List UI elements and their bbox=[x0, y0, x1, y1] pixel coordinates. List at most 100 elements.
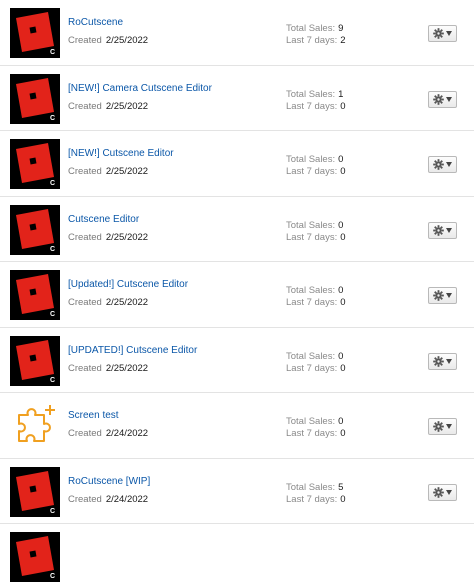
created-label: Created bbox=[68, 493, 102, 505]
last-7-days: Last 7 days: 0 bbox=[286, 494, 346, 506]
sales-stats: Total Sales: 1 Last 7 days: 0 bbox=[286, 89, 346, 113]
item-title-link[interactable]: Screen test bbox=[68, 410, 119, 421]
item-title-link[interactable]: RoCutscene bbox=[68, 17, 123, 28]
total-sales: Total Sales: 5 bbox=[286, 482, 346, 494]
created-label: Created bbox=[68, 166, 102, 177]
roblox-studio-logo-icon[interactable]: C bbox=[10, 335, 60, 386]
last-7-days-label: Last 7 days: bbox=[286, 362, 338, 374]
total-sales: Total Sales: 0 bbox=[286, 351, 346, 363]
total-sales-label: Total Sales: bbox=[286, 416, 336, 427]
last-7-days-value: 0 bbox=[340, 428, 346, 439]
sales-stats: Total Sales: 9 Last 7 days: 2 bbox=[286, 23, 346, 47]
total-sales: Total Sales: 9 bbox=[286, 23, 346, 35]
sales-stats: Total Sales: 0 Last 7 days: 0 bbox=[286, 220, 346, 244]
created-label: Created bbox=[68, 362, 102, 374]
item-list: C RoCutscene Created 2/25/2022 Total Sale… bbox=[0, 0, 474, 582]
total-sales: Total Sales: 0 bbox=[286, 285, 346, 297]
list-item: C RoCutscene Created 2/25/2022 Total Sale… bbox=[0, 0, 474, 66]
sales-stats: Total Sales: 0 Last 7 days: 0 bbox=[286, 416, 346, 440]
svg-text:C: C bbox=[50, 377, 55, 384]
svg-text:C: C bbox=[50, 508, 55, 515]
created-date: 2/25/2022 bbox=[105, 35, 149, 46]
settings-dropdown-button[interactable] bbox=[428, 483, 457, 501]
total-sales-label: Total Sales: bbox=[286, 88, 336, 100]
caret-down-icon bbox=[446, 96, 452, 102]
caret-down-icon bbox=[446, 424, 452, 429]
total-sales-label: Total Sales: bbox=[286, 219, 336, 231]
settings-dropdown-button[interactable] bbox=[428, 156, 457, 173]
puzzle-piece-plus-icon[interactable] bbox=[10, 401, 60, 451]
settings-dropdown-button[interactable] bbox=[428, 418, 457, 435]
created-info: Created 2/24/2022 bbox=[68, 428, 148, 439]
last-7-days-value: 0 bbox=[340, 231, 346, 243]
gear-icon bbox=[433, 290, 444, 301]
created-date: 2/25/2022 bbox=[105, 231, 149, 243]
created-info: Created 2/25/2022 bbox=[68, 297, 148, 308]
list-item: C [NEW!] Cutscene Editor Created 2/25/202… bbox=[0, 131, 474, 197]
list-item: C RoCutscene [WIP] Created 2/24/2022 Tota… bbox=[0, 459, 474, 524]
settings-dropdown-button[interactable] bbox=[428, 221, 457, 239]
item-title-link[interactable]: [NEW!] Cutscene Editor bbox=[68, 148, 174, 159]
last-7-days: Last 7 days: 0 bbox=[286, 232, 346, 244]
last-7-days-label: Last 7 days: bbox=[286, 166, 338, 177]
item-title-link[interactable]: Cutscene Editor bbox=[68, 214, 139, 225]
list-item: C [Updated!] Cutscene Editor Created 2/25… bbox=[0, 262, 474, 328]
svg-text:C: C bbox=[50, 246, 55, 253]
total-sales-value: 0 bbox=[338, 154, 344, 165]
last-7-days: Last 7 days: 0 bbox=[286, 101, 346, 113]
sales-stats: Total Sales: 0 Last 7 days: 0 bbox=[286, 351, 346, 375]
total-sales-value: 0 bbox=[338, 219, 344, 231]
last-7-days: Last 7 days: 0 bbox=[286, 363, 346, 375]
caret-down-icon bbox=[446, 293, 452, 298]
created-label: Created bbox=[68, 231, 102, 243]
item-title-link[interactable]: RoCutscene [WIP] bbox=[68, 476, 150, 487]
total-sales-value: 0 bbox=[338, 285, 344, 296]
svg-text:C: C bbox=[50, 115, 55, 122]
total-sales: Total Sales: 0 bbox=[286, 220, 346, 232]
last-7-days-label: Last 7 days: bbox=[286, 35, 338, 46]
created-label: Created bbox=[68, 100, 102, 112]
item-title-link[interactable]: [UPDATED!] Cutscene Editor bbox=[68, 345, 197, 356]
last-7-days: Last 7 days: 0 bbox=[286, 297, 346, 309]
total-sales-label: Total Sales: bbox=[286, 23, 336, 34]
total-sales: Total Sales: 1 bbox=[286, 89, 346, 101]
last-7-days-label: Last 7 days: bbox=[286, 231, 338, 243]
item-title-link[interactable]: [Updated!] Cutscene Editor bbox=[68, 279, 188, 290]
list-item: C [UPDATED!] Cutscene Editor Created 2/25… bbox=[0, 328, 474, 393]
last-7-days: Last 7 days: 0 bbox=[286, 428, 346, 440]
settings-dropdown-button[interactable] bbox=[428, 352, 457, 370]
list-item: C Cutscene Editor Created 2/25/2022 Total… bbox=[0, 197, 474, 262]
settings-dropdown-button[interactable] bbox=[428, 287, 457, 304]
last-7-days-label: Last 7 days: bbox=[286, 493, 338, 505]
gear-icon bbox=[433, 224, 444, 236]
created-info: Created 2/25/2022 bbox=[68, 232, 148, 243]
created-date: 2/25/2022 bbox=[105, 362, 149, 374]
caret-down-icon bbox=[446, 489, 452, 495]
roblox-studio-logo-icon[interactable]: C bbox=[10, 204, 60, 255]
sales-stats: Total Sales: 0 Last 7 days: 0 bbox=[286, 154, 346, 178]
last-7-days-value: 0 bbox=[340, 297, 346, 308]
roblox-studio-logo-icon[interactable]: C bbox=[10, 270, 60, 320]
created-info: Created 2/25/2022 bbox=[68, 363, 148, 374]
roblox-studio-logo-icon[interactable]: C bbox=[10, 73, 60, 124]
created-info: Created 2/25/2022 bbox=[68, 101, 148, 112]
created-label: Created bbox=[68, 35, 102, 46]
created-date: 2/24/2022 bbox=[105, 428, 149, 439]
settings-dropdown-button[interactable] bbox=[428, 90, 457, 108]
total-sales-value: 5 bbox=[338, 481, 344, 493]
caret-down-icon bbox=[446, 358, 452, 364]
roblox-studio-logo-icon[interactable]: C bbox=[10, 8, 60, 58]
roblox-studio-logo-icon[interactable]: C bbox=[10, 466, 60, 517]
item-title-link[interactable]: [NEW!] Camera Cutscene Editor bbox=[68, 83, 212, 94]
settings-dropdown-button[interactable] bbox=[428, 25, 457, 42]
total-sales-label: Total Sales: bbox=[286, 154, 336, 165]
sales-stats: Total Sales: 0 Last 7 days: 0 bbox=[286, 285, 346, 309]
last-7-days-label: Last 7 days: bbox=[286, 428, 338, 439]
roblox-studio-logo-icon[interactable]: C bbox=[10, 139, 60, 189]
svg-text:C: C bbox=[50, 49, 55, 56]
created-label: Created bbox=[68, 428, 102, 439]
svg-text:C: C bbox=[50, 180, 55, 187]
created-info: Created 2/25/2022 bbox=[68, 35, 148, 46]
last-7-days-value: 0 bbox=[340, 493, 346, 505]
sales-stats: Total Sales: 5 Last 7 days: 0 bbox=[286, 482, 346, 506]
